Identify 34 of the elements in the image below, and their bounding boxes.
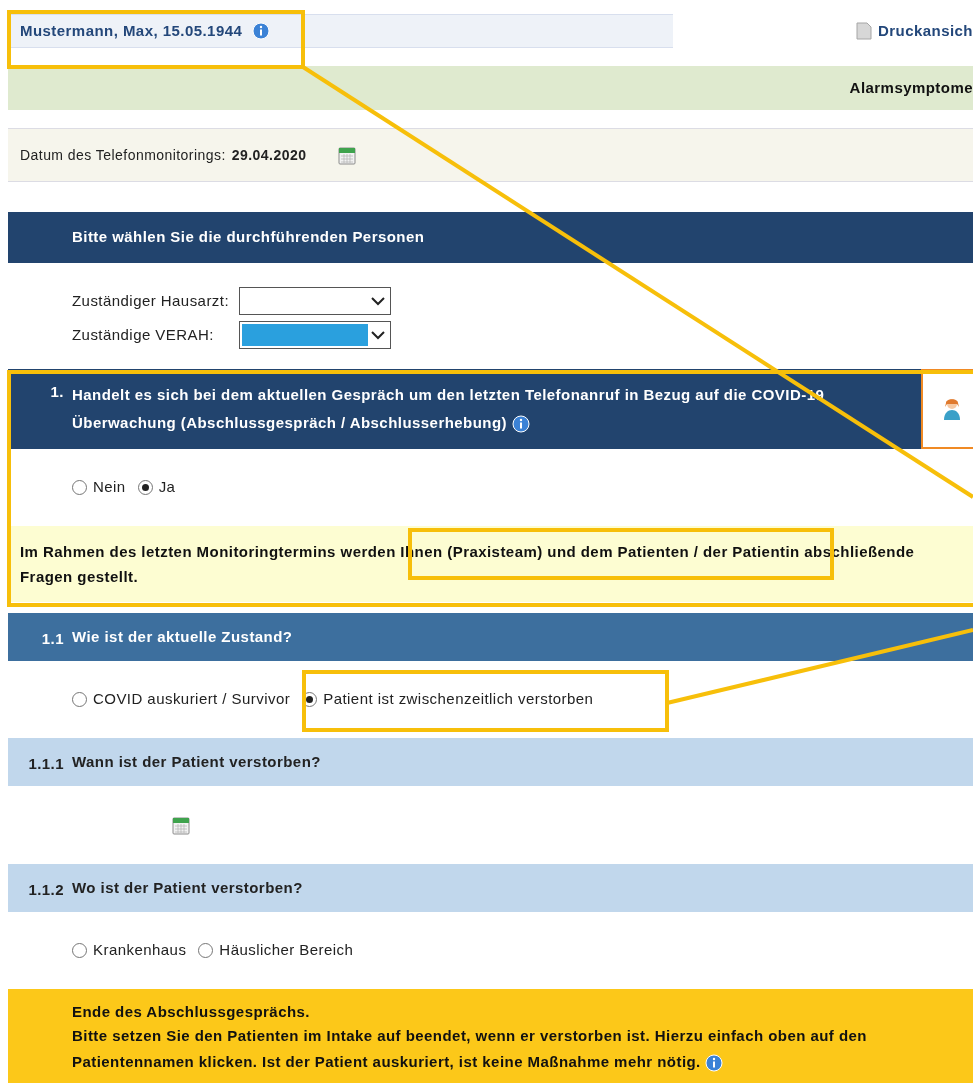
- select-field[interactable]: [239, 287, 391, 315]
- calendar-icon[interactable]: [172, 815, 190, 835]
- print-link[interactable]: Druckansich: [878, 19, 973, 43]
- info-icon[interactable]: [511, 415, 530, 434]
- question-title: Wo ist der Patient verstorben?: [72, 878, 303, 898]
- radio-button[interactable]: [72, 480, 87, 495]
- end-note-text: Bitte setzen Sie den Patienten im Intake auf beendet, wenn er verstorben ist. Hierzu einfach oben auf den Patientennamen klicken. Ist der Patient auskuriert, ist keine Maßnahme mehr nötig.: [72, 1023, 902, 1075]
- question-number: 1.1.1: [27, 754, 65, 774]
- radio-label: COVID auskuriert / Survivor: [93, 689, 291, 710]
- question-number: 1.: [49, 382, 65, 402]
- question-title: Wie ist der aktuelle Zustand?: [72, 627, 293, 647]
- radio-label: Häuslicher Bereich: [219, 940, 354, 961]
- radio-button[interactable]: [72, 943, 87, 958]
- date-value: 29.04.2020: [231, 145, 307, 165]
- question-number: 1.1: [40, 629, 65, 649]
- calendar-icon[interactable]: [338, 145, 357, 165]
- radio-label: Nein: [93, 477, 126, 498]
- document-icon[interactable]: [856, 22, 872, 40]
- field-label: Zuständiger Hausarzt:: [72, 290, 231, 311]
- radio-button[interactable]: [198, 943, 214, 958]
- radio-button[interactable]: [137, 480, 153, 495]
- radio-label: Ja: [158, 477, 176, 498]
- select-field[interactable]: [239, 321, 391, 349]
- end-note-title: Ende des Abschlussgesprächs.: [72, 1002, 311, 1022]
- field-label: Zuständige VERAH:: [72, 324, 215, 345]
- person-icon: [943, 397, 961, 421]
- radio-button[interactable]: [72, 692, 87, 707]
- radio-label: Patient ist zwischenzeitlich verstorben: [323, 689, 594, 710]
- date-label: Datum des Telefonmonitorings:: [20, 145, 226, 165]
- section-title: Bitte wählen Sie die durchführenden Personen: [72, 227, 425, 248]
- question-number: 1.1.2: [27, 880, 65, 900]
- question-title: Wann ist der Patient verstorben?: [72, 752, 321, 772]
- alarm-label[interactable]: Alarmsymptome: [849, 76, 973, 100]
- radio-label: Krankenhaus: [93, 940, 187, 961]
